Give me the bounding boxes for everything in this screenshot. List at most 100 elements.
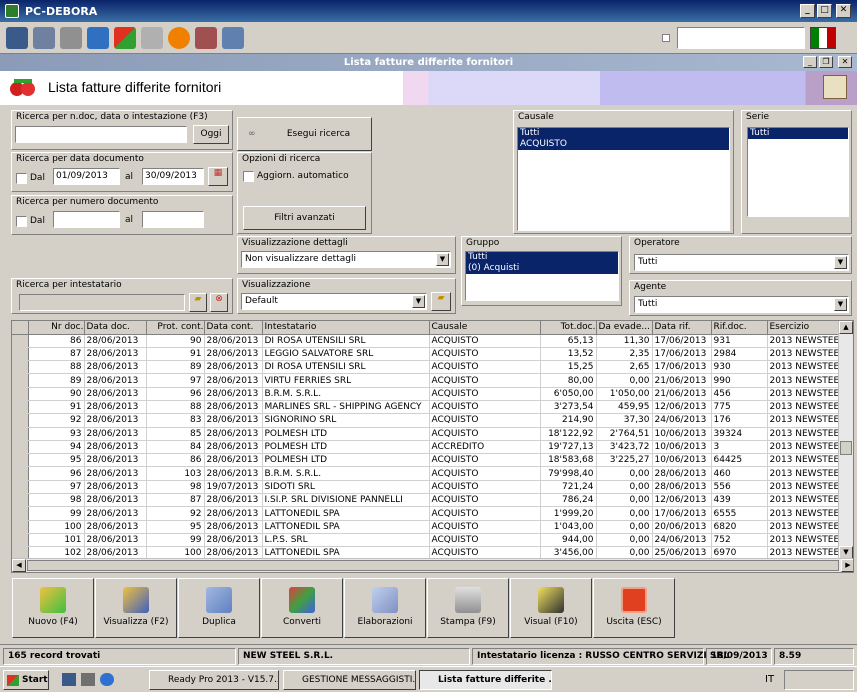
chevron-down-icon[interactable]: ▼ (412, 295, 425, 308)
view-select[interactable]: Default ▼ (241, 293, 427, 310)
table-row[interactable]: 100 28/06/2013 95 28/06/2013 LATTONEDIL SPA A… (12, 520, 840, 534)
table-row[interactable]: 91 28/06/2013 88 28/06/2013 MARLINES SRL - S… (12, 400, 840, 415)
row-header[interactable] (12, 400, 29, 415)
table-row[interactable]: 94 28/06/2013 84 28/06/2013 POLMESH LTD ACCRE… (12, 440, 840, 455)
row-header[interactable] (12, 347, 29, 362)
convert-button[interactable]: Converti (261, 578, 343, 638)
column-header[interactable]: Da evade... (596, 321, 653, 335)
inner-restore-button[interactable]: ❐ (819, 56, 833, 68)
table-row[interactable]: 89 28/06/2013 97 28/06/2013 VIRTU FERRIES SR… (12, 373, 840, 388)
column-header[interactable]: Rif.doc. (711, 321, 768, 335)
minimize-button[interactable]: _ (800, 4, 815, 18)
operatore-select[interactable]: Tutti ▼ (634, 254, 849, 271)
advanced-filters-button[interactable]: Filtri avanzati (243, 206, 366, 230)
close-button[interactable]: ✕ (836, 4, 851, 18)
row-header[interactable] (12, 373, 29, 388)
date-to-input[interactable]: 30/09/2013 (142, 168, 204, 185)
folder-icon[interactable]: ▰ (189, 293, 207, 312)
clear-icon[interactable]: ⊗ (210, 293, 228, 312)
date-from-input[interactable]: 01/09/2013 (53, 168, 120, 185)
print-button[interactable]: Stampa (F9) (427, 578, 509, 638)
task-invoice-list[interactable]: Lista fatture differite ... (419, 670, 552, 690)
table-row[interactable]: 93 28/06/2013 85 28/06/2013 POLMESH LTD ACQUI… (12, 427, 840, 441)
search-ndoc-input[interactable] (15, 126, 187, 143)
calendar-icon[interactable]: ▦ (208, 167, 228, 186)
window-title-bar[interactable]: PC-DEBORA _ □ ✕ (0, 0, 857, 22)
fullscreen-icon[interactable] (222, 27, 244, 49)
row-header[interactable] (12, 493, 29, 508)
number-from-input[interactable] (53, 211, 120, 228)
table-row[interactable]: 90 28/06/2013 96 28/06/2013 B.R.M. S.R.L. ACQ… (12, 387, 840, 401)
table-row[interactable]: 99 28/06/2013 92 28/06/2013 LATTONEDIL SPA AC… (12, 506, 840, 521)
chevron-down-icon[interactable]: ▼ (436, 253, 449, 266)
column-header[interactable]: Nr doc. (28, 321, 85, 335)
column-header[interactable]: Esercizio (767, 321, 840, 335)
processing-button[interactable]: Elaborazioni (344, 578, 426, 638)
list-item[interactable]: Tutti (518, 128, 729, 139)
windows-icon[interactable] (33, 27, 55, 49)
system-tray[interactable] (784, 670, 854, 690)
row-header[interactable] (12, 480, 29, 495)
row-header[interactable] (12, 533, 29, 548)
scroll-up-icon[interactable]: ▲ (839, 321, 853, 334)
toolbar-checkbox[interactable] (662, 34, 670, 42)
horizontal-scrollbar[interactable]: ◀ ▶ (12, 558, 853, 572)
alert-icon[interactable] (168, 27, 190, 49)
scroll-thumb[interactable] (27, 560, 839, 571)
tools-icon[interactable] (60, 27, 82, 49)
desktop-icon[interactable] (62, 673, 76, 686)
toolbar-input[interactable] (677, 27, 805, 49)
list-item[interactable]: ACQUISTO (518, 139, 729, 150)
table-row[interactable]: 92 28/06/2013 83 28/06/2013 SIGNORINO SRL ACQ… (12, 413, 840, 428)
view-button[interactable]: Visualizza (F2) (95, 578, 177, 638)
vertical-scrollbar[interactable]: ▲ ▼ (838, 321, 853, 559)
column-header[interactable]: Tot.doc. (540, 321, 597, 335)
visual-button[interactable]: Visual (F10) (510, 578, 592, 638)
exit-button[interactable]: Uscita (ESC) (593, 578, 675, 638)
table-row[interactable]: 96 28/06/2013 103 28/06/2013 B.R.M. S.R.L. AC… (12, 466, 840, 481)
inner-close-button[interactable]: ✕ (838, 56, 852, 68)
drive-icon[interactable] (141, 27, 163, 49)
maximize-button[interactable]: □ (817, 4, 832, 18)
monitor-icon[interactable] (6, 27, 28, 49)
search-holder-input[interactable] (19, 294, 185, 311)
today-button[interactable]: Oggi (193, 125, 229, 144)
row-header[interactable] (12, 440, 29, 455)
row-header[interactable] (12, 334, 29, 348)
column-header[interactable]: Data doc. (84, 321, 147, 335)
table-row[interactable]: 87 28/06/2013 91 28/06/2013 LEGGIO SALVATORE… (12, 347, 840, 362)
number-to-input[interactable] (142, 211, 204, 228)
row-header[interactable] (12, 360, 29, 375)
disconnect-icon[interactable] (195, 27, 217, 49)
column-header[interactable]: Causale (429, 321, 541, 335)
windows-logo-icon[interactable] (114, 27, 136, 49)
row-header[interactable] (12, 506, 29, 521)
serie-list[interactable]: Tutti (747, 127, 849, 217)
chevron-down-icon[interactable]: ▼ (834, 256, 847, 269)
column-header[interactable]: Prot. cont. (146, 321, 205, 335)
row-header[interactable] (12, 466, 29, 481)
gruppo-list[interactable]: Tutti (0) Acquisti (465, 251, 619, 301)
column-header[interactable]: Data rif. (652, 321, 712, 335)
table-row[interactable]: 88 28/06/2013 89 28/06/2013 DI ROSA UTENSILI… (12, 360, 840, 375)
column-header[interactable]: Data cont. (204, 321, 263, 335)
details-view-select[interactable]: Non visualizzare dettagli ▼ (241, 251, 451, 268)
new-button[interactable]: Nuovo (F4) (12, 578, 94, 638)
column-header[interactable]: Intestatario (262, 321, 430, 335)
chevron-down-icon[interactable]: ▼ (834, 298, 847, 311)
table-row[interactable]: 98 28/06/2013 87 28/06/2013 I.SI.P. SRL DIVI… (12, 493, 840, 508)
table-row[interactable]: 101 28/06/2013 99 28/06/2013 L.P.S. SRL ACQUI… (12, 533, 840, 548)
list-item[interactable]: Tutti (466, 252, 618, 263)
list-item[interactable]: Tutti (748, 128, 848, 139)
number-from-checkbox[interactable] (16, 216, 27, 227)
table-row[interactable]: 95 28/06/2013 86 28/06/2013 POLMESH LTD ACQUI… (12, 453, 840, 468)
scroll-right-icon[interactable]: ▶ (841, 559, 853, 572)
user-icon[interactable] (823, 75, 847, 99)
task-ready-pro[interactable]: Ready Pro 2013 - V15.7.... (149, 670, 279, 690)
agente-select[interactable]: Tutti ▼ (634, 296, 849, 313)
invoice-table[interactable]: Nr doc. Data doc. Prot. cont. Data cont.… (11, 320, 854, 573)
causale-list[interactable]: Tutti ACQUISTO (517, 127, 730, 231)
language-indicator[interactable]: IT (765, 674, 774, 685)
execute-search-button[interactable]: ∞ Esegui ricerca (237, 117, 372, 151)
scroll-thumb[interactable] (840, 441, 852, 455)
